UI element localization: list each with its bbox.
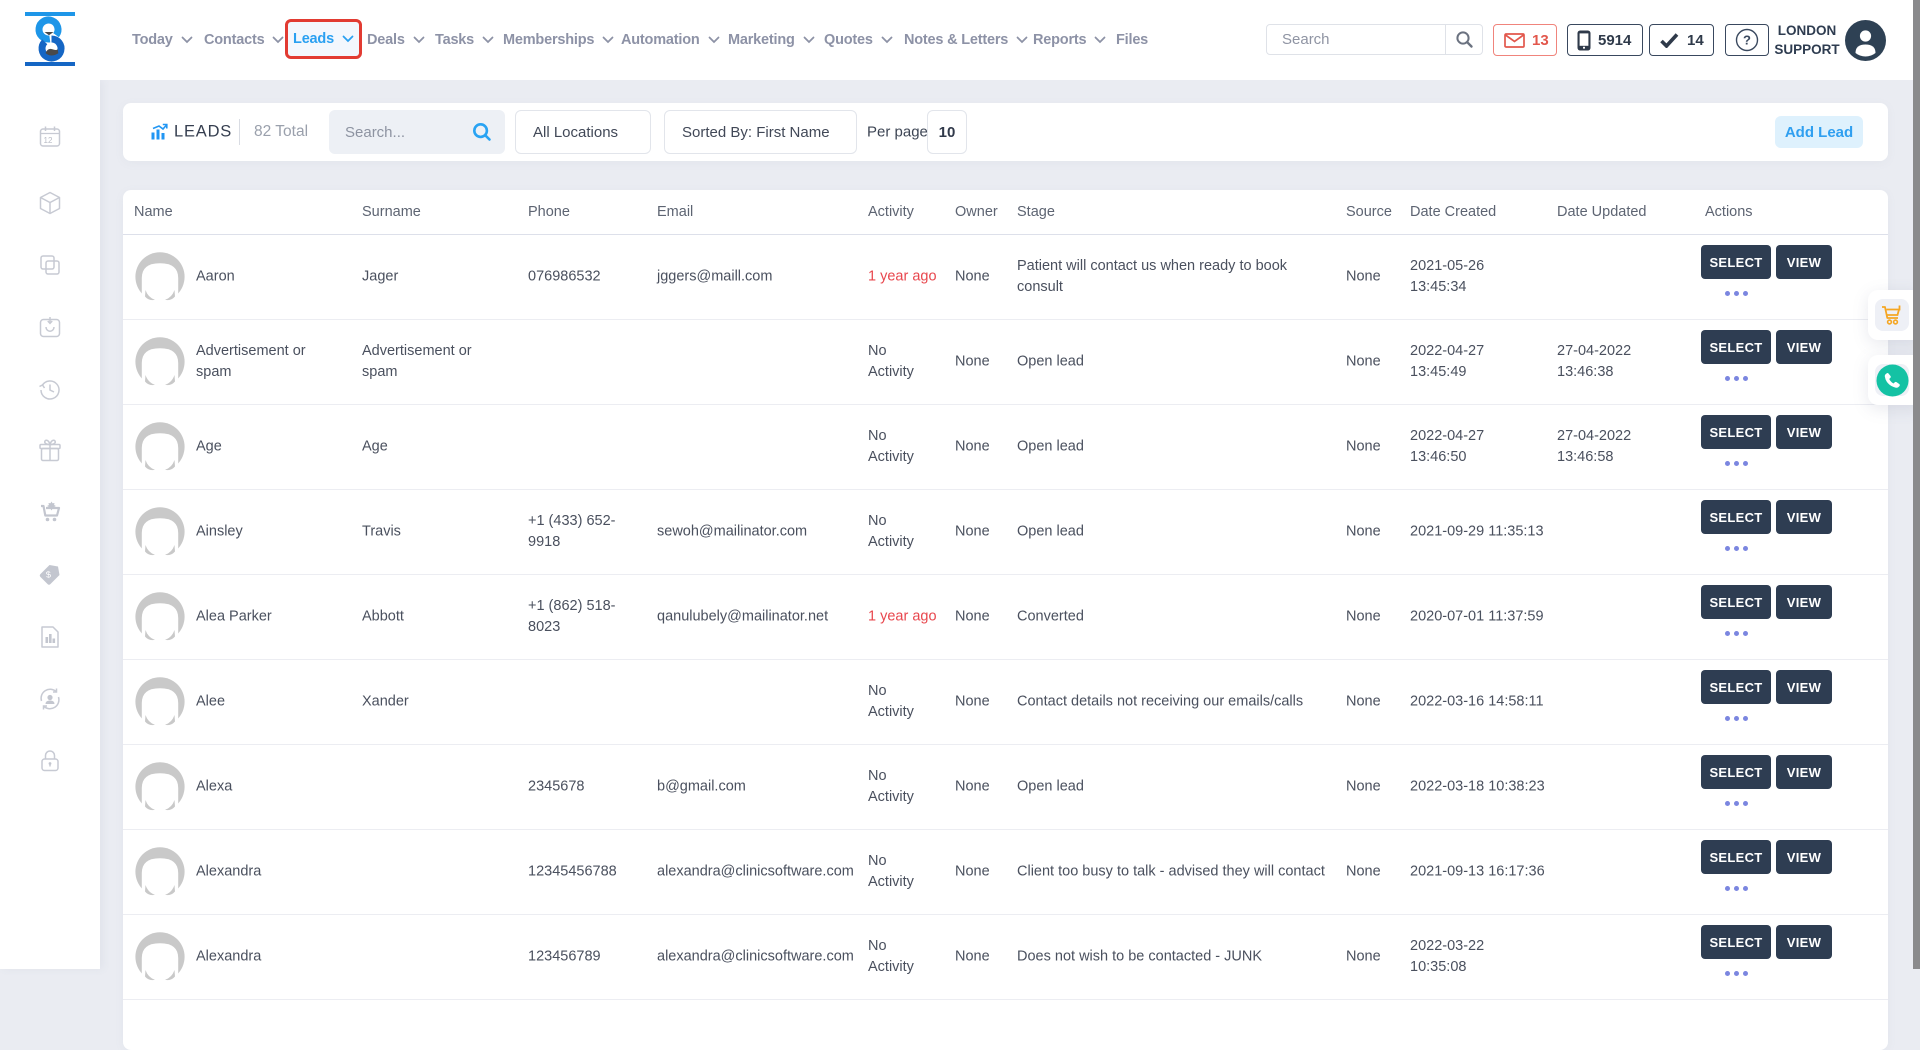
svg-text:?: ? <box>1743 33 1751 48</box>
svg-text:12: 12 <box>44 136 53 145</box>
